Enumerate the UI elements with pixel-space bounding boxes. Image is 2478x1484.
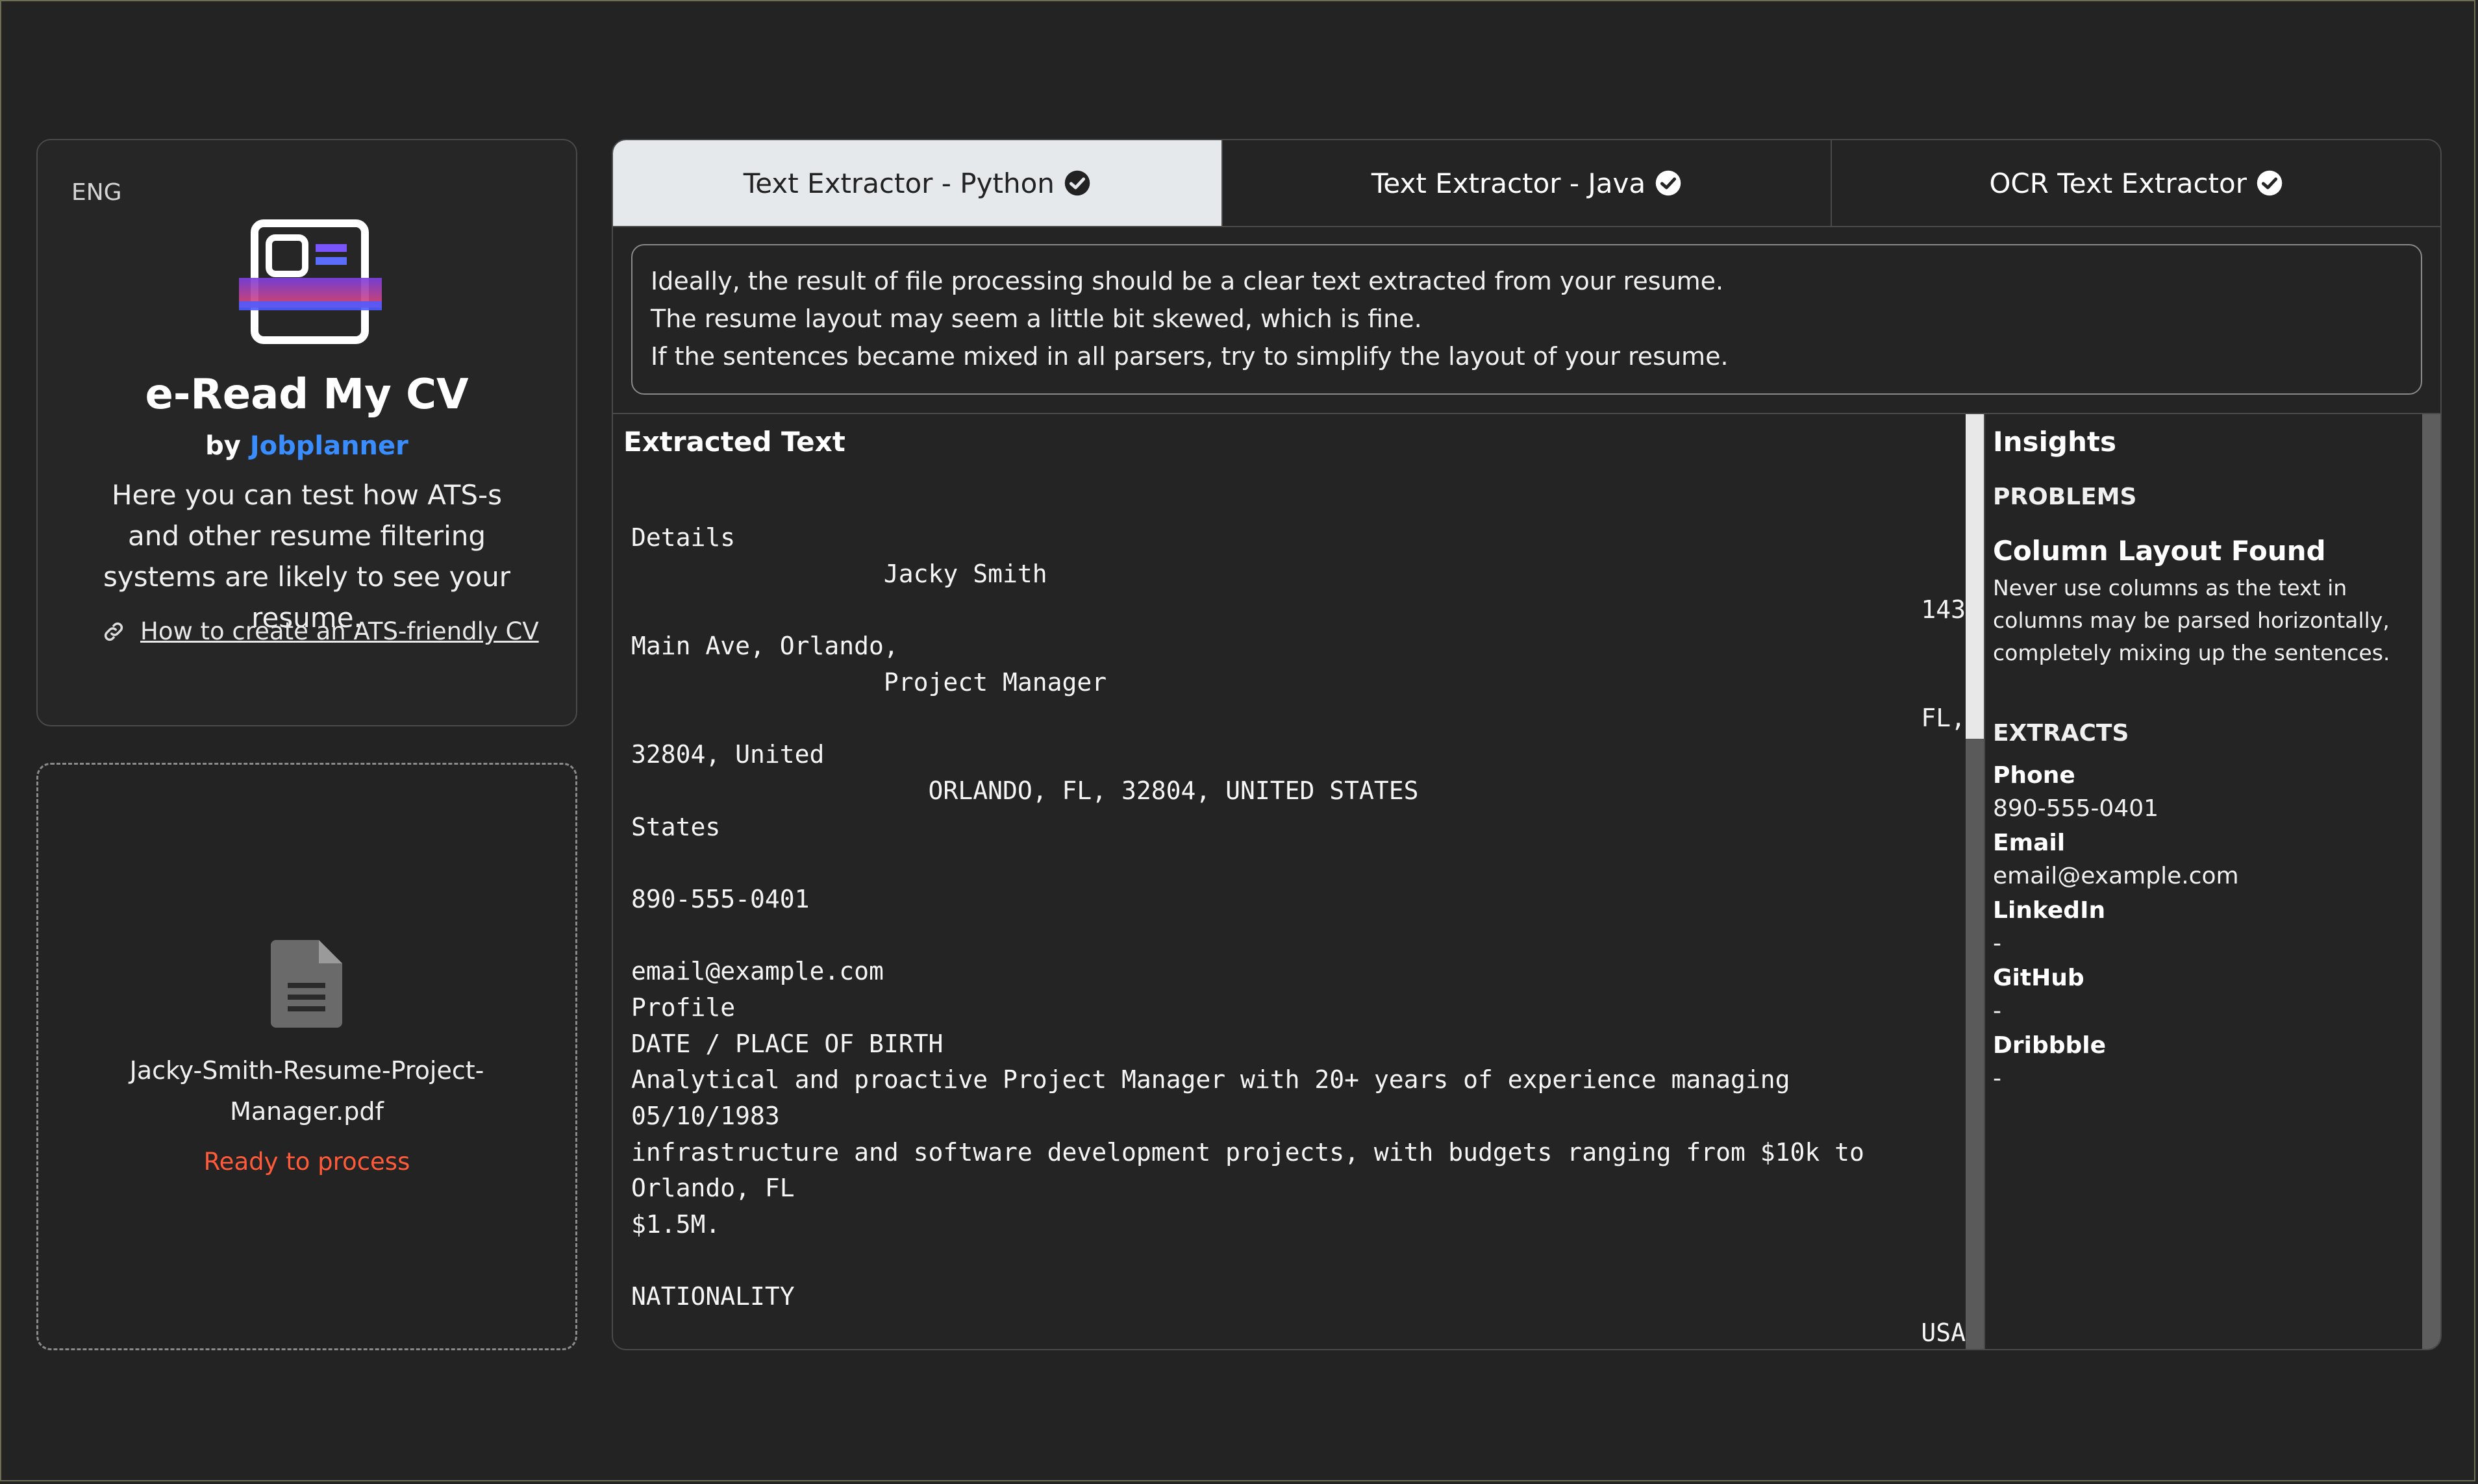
extract-value: -	[1993, 1065, 2001, 1092]
tab-label: Text Extractor - Python	[743, 167, 1055, 199]
file-dropzone[interactable]: Jacky-Smith-Resume-Project-Manager.pdf R…	[36, 763, 577, 1350]
extracted-line	[631, 1243, 1966, 1280]
extracted-line-left: 32804, United	[631, 740, 825, 769]
extracted-line: States	[631, 810, 1966, 846]
notice-line: Ideally, the result of file processing s…	[651, 267, 1724, 295]
extractor-tabs: Text Extractor - Python Text Extractor -…	[613, 140, 2440, 227]
tab-ocr-text-extractor[interactable]: OCR Text Extractor	[1832, 140, 2440, 226]
extracted-line-left: Jacky Smith	[631, 559, 1047, 588]
extracted-line-right: 143	[1921, 595, 1966, 625]
extracted-line-left: $1.5M.	[631, 1210, 721, 1239]
extracted-text-title: Extracted Text	[623, 426, 845, 458]
check-circle-icon	[1064, 170, 1090, 196]
extracted-line-left: NATIONALITY	[631, 1282, 795, 1311]
extracted-text-content: Details Jacky Smith 143 Main Ave, Orlando,…	[631, 520, 1966, 1349]
extracted-line: Main Ave, Orlando,	[631, 628, 1966, 665]
extracted-line	[631, 918, 1966, 954]
notice-line: The resume layout may seem a little bit …	[651, 304, 1422, 333]
extracted-line: 32804, United	[631, 737, 1966, 773]
insights-panel: Insights PROBLEMS Column Layout Found Ne…	[1993, 426, 2409, 1092]
extracted-line-left: States	[631, 812, 721, 841]
problem-title: Column Layout Found	[1993, 535, 2326, 567]
extracted-line-left: Main Ave, Orlando,	[631, 632, 899, 661]
byline: by Jobplanner	[38, 431, 576, 461]
extract-value: 890-555-0401	[1993, 795, 2159, 822]
extracted-line-left: Analytical and proactive Project Manager…	[631, 1065, 1790, 1094]
tab-text-extractor-java[interactable]: Text Extractor - Java	[1223, 140, 1833, 226]
tab-label: Text Extractor - Java	[1371, 167, 1646, 199]
extracted-line: USA	[631, 1315, 1966, 1349]
extract-label: Email	[1993, 830, 2066, 856]
link-icon	[104, 622, 123, 641]
extracted-line: Details	[631, 520, 1966, 556]
column-divider	[1984, 414, 1985, 1349]
document-icon	[271, 940, 342, 1028]
scrollbar-thumb[interactable]	[1966, 414, 1984, 739]
check-circle-icon	[1655, 170, 1681, 196]
cv-scan-logo-icon	[239, 219, 382, 344]
extract-label: Dribbble	[1993, 1032, 2107, 1059]
extracted-line-left: ORLANDO, FL, 32804, UNITED STATES	[631, 776, 1419, 805]
extracted-line: NATIONALITY	[631, 1279, 1966, 1315]
extracts-heading: EXTRACTS	[1993, 720, 2129, 747]
extracted-line-left: infrastructure and software development …	[631, 1137, 1864, 1167]
notice-line: If the sentences became mixed in all par…	[651, 342, 1729, 371]
insights-scrollbar[interactable]	[2422, 414, 2440, 1349]
extracted-line: Orlando, FL	[631, 1170, 1966, 1207]
extracted-line-right: FL,	[1921, 704, 1966, 733]
extracts-list: Phone 890-555-0401 Email email@example.com L…	[1993, 762, 2409, 1092]
file-status: Ready to process	[203, 1148, 410, 1176]
file-name: Jacky-Smith-Resume-Project-Manager.pdf	[129, 1056, 484, 1126]
section-divider	[613, 413, 2440, 414]
extracted-line-left: email@example.com	[631, 957, 884, 986]
byline-prefix: by	[205, 431, 241, 461]
check-circle-icon	[2257, 170, 2283, 196]
extracted-text-scrollbar[interactable]	[1966, 414, 1984, 1349]
extracted-line: infrastructure and software development …	[631, 1135, 1966, 1171]
processing-notice: Ideally, the result of file processing s…	[631, 244, 2422, 395]
extracted-line: ORLANDO, FL, 32804, UNITED STATES	[631, 773, 1966, 810]
extracted-line-left: 05/10/1983	[631, 1102, 780, 1130]
language-switch[interactable]: ENG	[71, 179, 122, 206]
help-link-text[interactable]: How to create an ATS-friendly CV	[140, 617, 539, 645]
extracted-line-left: DATE / PLACE OF BIRTH	[631, 1029, 944, 1058]
extracted-line: DATE / PLACE OF BIRTH	[631, 1026, 1966, 1063]
extracted-line: Profile	[631, 990, 1966, 1026]
extract-value: -	[1993, 998, 2001, 1024]
problems-heading: PROBLEMS	[1993, 484, 2137, 510]
extracted-line-left: Project Manager	[631, 667, 1107, 697]
extract-label: GitHub	[1993, 965, 2084, 991]
app-title: e-Read My CV	[145, 371, 469, 419]
extracted-line-left: Orlando, FL	[631, 1174, 795, 1203]
extract-value: -	[1993, 930, 2001, 957]
brand-link[interactable]: Jobplanner	[250, 431, 408, 461]
extract-label: LinkedIn	[1993, 897, 2106, 924]
app-description: Here you can test how ATS-s and other re…	[103, 479, 511, 634]
extracted-line: 890-555-0401	[631, 882, 1966, 918]
extracted-line: FL,	[631, 700, 1966, 737]
results-panel: Text Extractor - Python Text Extractor -…	[612, 139, 2442, 1350]
extracted-line: 05/10/1983	[631, 1098, 1966, 1135]
help-link[interactable]: How to create an ATS-friendly CV	[101, 617, 539, 645]
extracted-line: Jacky Smith	[631, 556, 1966, 593]
extracted-line-left: Details	[631, 523, 736, 552]
extracted-line: Analytical and proactive Project Manager…	[631, 1062, 1966, 1098]
extracted-line: 143	[631, 592, 1966, 628]
problem-description: Never use columns as the text in columns…	[1993, 575, 2390, 665]
info-card: ENG e-Read My CV by Jobplanner Here you …	[36, 139, 577, 726]
extracted-line: Project Manager	[631, 665, 1966, 701]
insights-title: Insights	[1993, 426, 2116, 458]
extracted-line: $1.5M.	[631, 1207, 1966, 1243]
app-frame: ENG e-Read My CV by Jobplanner Here you …	[0, 0, 2475, 1481]
extracted-line-left: Profile	[631, 993, 736, 1022]
tab-label: OCR Text Extractor	[1989, 167, 2247, 199]
extract-value: email@example.com	[1993, 863, 2239, 889]
extracted-line: email@example.com	[631, 954, 1966, 990]
tab-text-extractor-python[interactable]: Text Extractor - Python	[613, 140, 1223, 226]
extracted-line	[631, 845, 1966, 882]
extracted-line-left: 890-555-0401	[631, 884, 810, 913]
extract-label: Phone	[1993, 762, 2075, 789]
extracted-line-right: USA	[1921, 1318, 1966, 1348]
